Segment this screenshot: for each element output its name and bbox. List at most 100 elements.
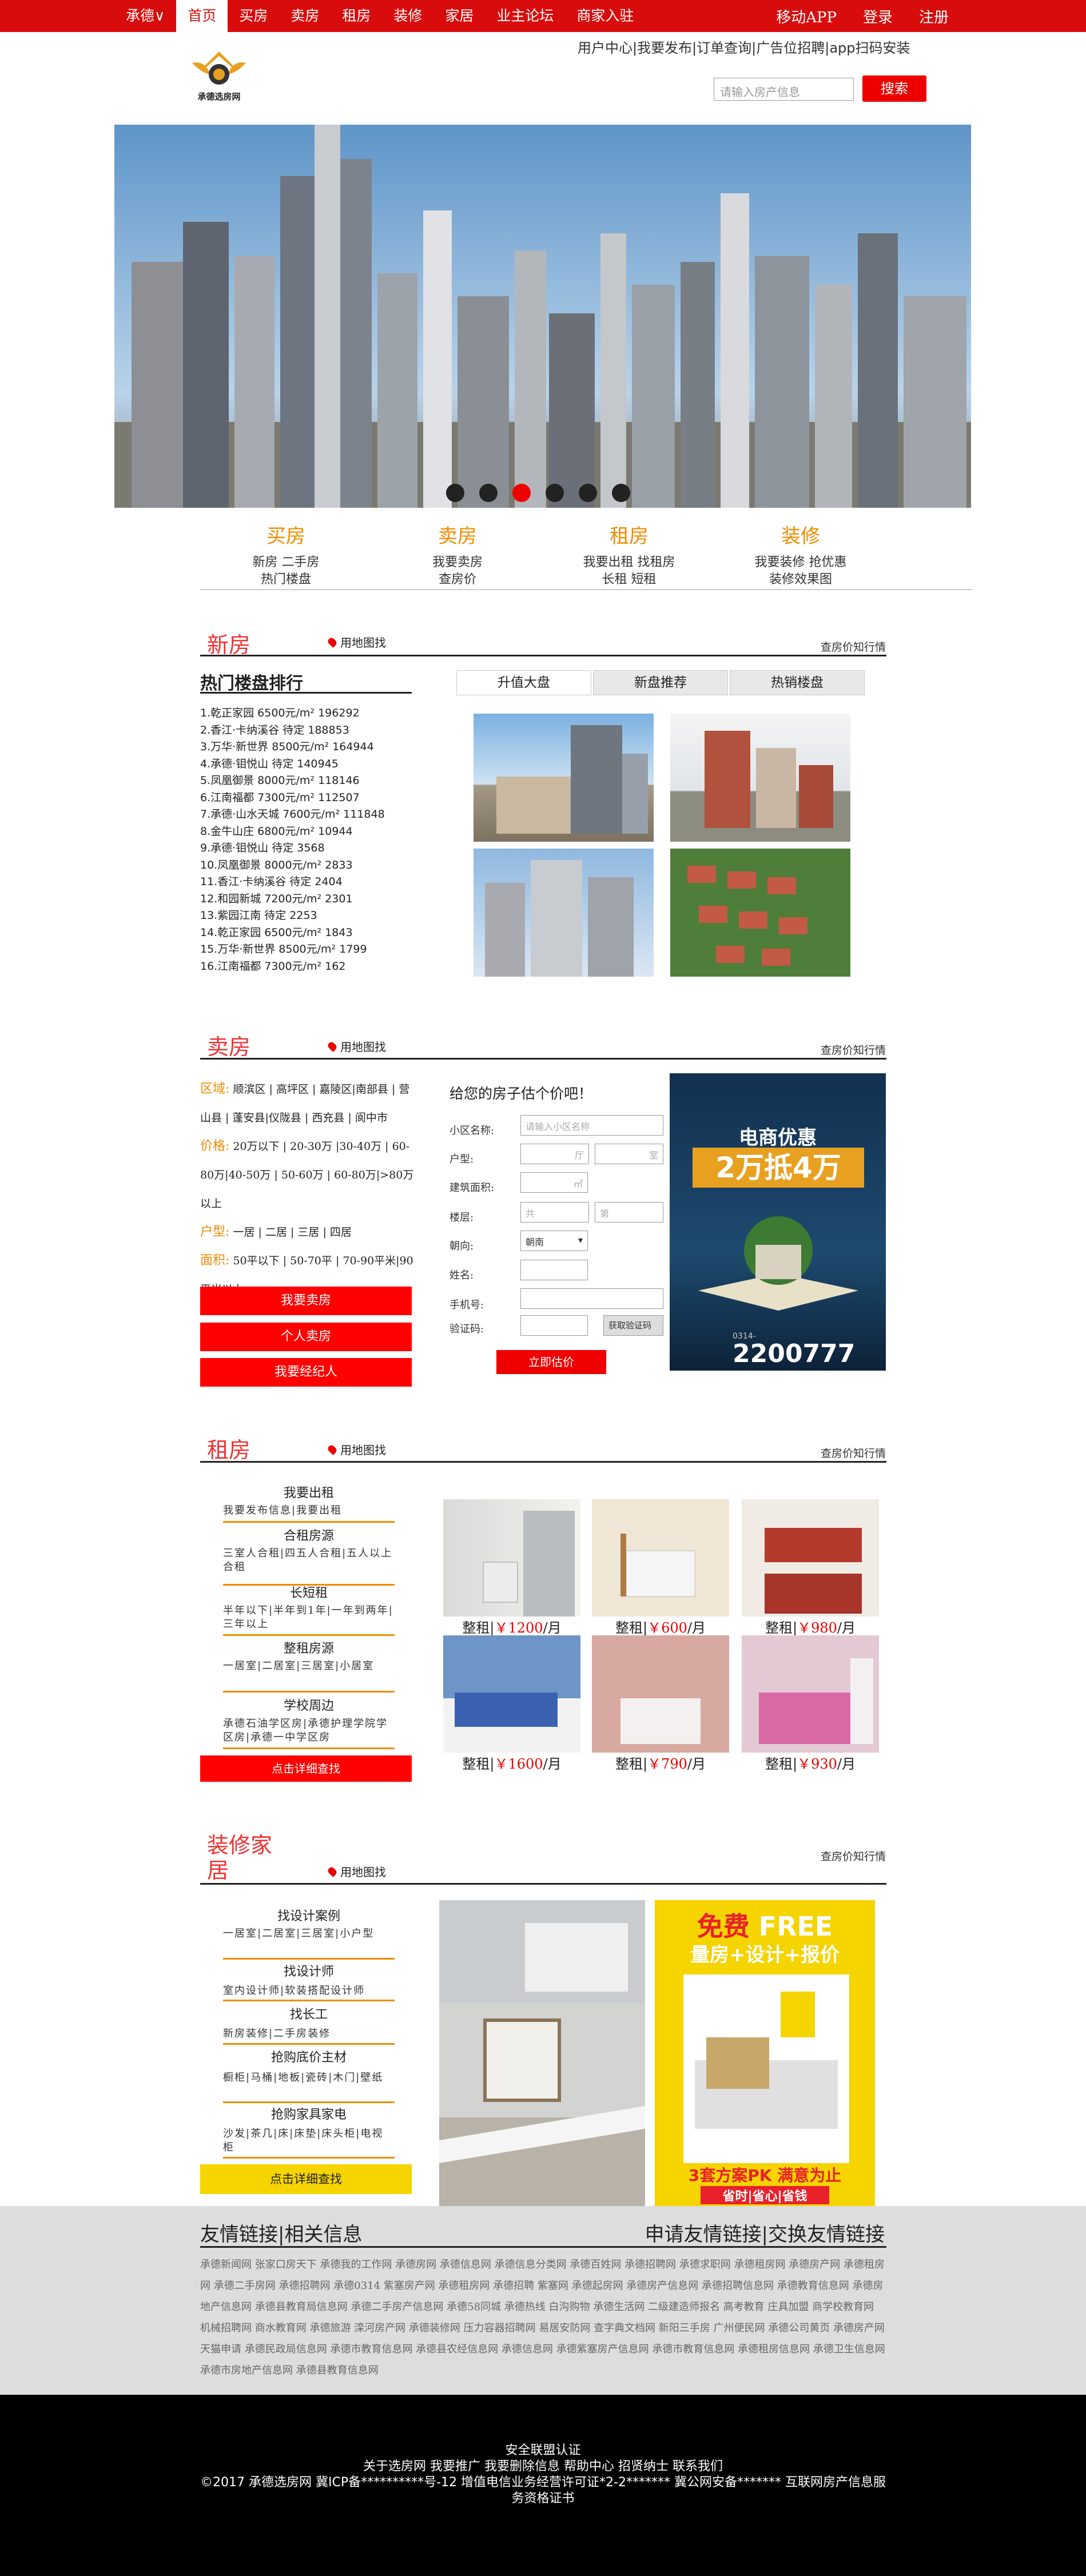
interior-photo[interactable] [439,1900,645,2206]
rental-caption[interactable]: 整租|￥980/月 [742,1617,879,1637]
estate-photo[interactable] [670,714,850,842]
quick-decoration[interactable]: 装修 我要装修 抢优惠 装修效果图 [738,520,864,588]
site-logo[interactable]: 承德选房网 [188,46,250,109]
quick-sub[interactable]: 热门楼盘 [223,571,349,588]
free-design-ad[interactable]: 免费 FREE 量房+设计+报价 3套方案PK 满意为止 省时|省心|省钱 [655,1900,875,2206]
filter-options[interactable]: 顺滨区 | 高坪区 | 嘉陵区|南部县 | 营山县 | 蓬安县|仪陇县 | 西充… [200,1083,409,1124]
bath-input[interactable]: 室 [595,1144,663,1164]
ranking-item[interactable]: 14.乾正家园 6500元/m² 1843 [200,925,385,942]
rent-category-links[interactable]: 我要发布信息|我要出租 [223,1504,395,1518]
rent-category-links[interactable]: 半年以下|半年到1年|一年到两年|三年以上 [223,1604,395,1631]
deco-search-button[interactable]: 点击详细查找 [200,2164,412,2194]
banner-dot[interactable] [612,484,630,502]
ranking-item[interactable]: 2.香江·卡纳溪谷 待定 188853 [200,722,385,739]
deco-category-links[interactable]: 一居室|二居室|三居室|小户型 [223,1927,395,1941]
floor-total-input[interactable]: 共 [520,1202,589,1223]
area-input[interactable]: ㎡ [520,1172,588,1193]
estate-photo[interactable] [670,849,850,977]
rental-caption[interactable]: 整租|￥600/月 [592,1617,729,1637]
community-input[interactable]: 请输入小区名称 [520,1115,663,1136]
deco-category-links[interactable]: 室内设计师|软装搭配设计师 [223,1984,395,1998]
ranking-item[interactable]: 3.万华·新世界 8500元/m² 164944 [200,739,385,756]
ranking-item[interactable]: 5.凤凰御景 8000元/m² 118146 [200,773,385,790]
rental-photo[interactable] [592,1499,729,1617]
quick-sub[interactable]: 长租 短租 [566,571,692,588]
rental-photo[interactable] [742,1635,879,1753]
banner-dot[interactable] [446,484,464,502]
price-trend-link[interactable]: 查房价知行情 [821,1445,886,1460]
map-search-link[interactable]: 用地图找 [329,1441,386,1458]
ranking-item[interactable]: 12.和园新城 7200元/m² 2301 [200,891,385,908]
price-trend-link[interactable]: 查房价知行情 [821,1848,886,1864]
apply-friend-link[interactable]: 申请友情链接|交换友情链接 [645,2219,885,2247]
nav-rent[interactable]: 租房 [331,0,382,32]
captcha-input[interactable] [520,1315,588,1336]
map-search-link[interactable]: 用地图找 [329,1863,386,1880]
login-link[interactable]: 登录 [863,6,893,27]
tab-hot-estates[interactable]: 热销楼盘 [730,670,865,695]
search-input[interactable]: 请输入房产信息 [714,78,854,101]
ranking-item[interactable]: 6.江南福都 7300元/m² 112507 [200,790,385,807]
rental-caption[interactable]: 整租|￥1600/月 [443,1753,580,1773]
banner-dot[interactable] [579,484,597,502]
quick-sub[interactable]: 我要卖房 [395,554,520,571]
filter-options[interactable]: 20万以下 | 20-30万 |30-40万 | 60-80万|40-50万 |… [200,1140,413,1210]
quick-sub[interactable]: 新房 二手房 [223,554,349,571]
ranking-item[interactable]: 8.金牛山庄 6800元/m² 10944 [200,823,385,841]
nav-merchant[interactable]: 商家入驻 [565,0,645,32]
get-captcha-button[interactable]: 获取验证码 [603,1315,663,1336]
tab-new-estates[interactable]: 新盘推荐 [593,670,728,695]
estate-photo[interactable] [474,714,654,842]
footer-cert[interactable]: 安全联盟认证 [0,2443,1086,2459]
tab-value-estates[interactable]: 升值大盘 [456,670,591,695]
deco-category-links[interactable]: 新房装修|二手房装修 [223,2027,395,2041]
rental-photo[interactable] [443,1499,580,1617]
price-trend-link[interactable]: 查房价知行情 [821,1042,886,1057]
quick-sub[interactable]: 我要出租 找租房 [566,554,692,571]
nav-forum[interactable]: 业主论坛 [485,0,565,32]
banner-dot[interactable] [479,484,498,502]
ranking-item[interactable]: 15.万华·新世界 8500元/m² 1799 [200,941,385,958]
phone-input[interactable] [520,1288,663,1309]
user-links[interactable]: 用户中心|我要发布|订单查询|广告位招聘|app扫码安装 [578,37,910,57]
ranking-item[interactable]: 13.紫园江南 待定 2253 [200,907,385,925]
hero-banner[interactable] [114,125,971,508]
city-selector[interactable]: 承德∨ [114,0,176,32]
room-input[interactable]: 厅 [520,1144,589,1164]
rental-photo[interactable] [742,1499,879,1617]
rental-caption[interactable]: 整租|￥930/月 [742,1753,879,1773]
nav-buy[interactable]: 买房 [228,0,279,32]
ranking-item[interactable]: 4.承德·钼悦山 待定 140945 [200,756,385,773]
ranking-item[interactable]: 16.江南福都 7300元/m² 162 [200,958,385,976]
ranking-item[interactable]: 10.凤凰御景 8000元/m² 2833 [200,857,385,874]
quick-rent[interactable]: 租房 我要出租 找租房 长租 短租 [566,520,692,588]
personal-sell-button[interactable]: 个人卖房 [200,1323,412,1351]
rent-search-button[interactable]: 点击详细查找 [200,1755,412,1782]
nav-decoration[interactable]: 装修 [382,0,433,32]
footer-links[interactable]: 关于选房网 我要推广 我要删除信息 帮助中心 招贤纳士 联系我们 [0,2459,1086,2475]
quick-sub[interactable]: 查房价 [395,571,520,588]
mobile-app-link[interactable]: 移动APP [776,6,837,27]
floor-no-input[interactable]: 第 [595,1202,663,1223]
rent-category-links[interactable]: 一居室|二居室|三居室|小居室 [223,1659,395,1673]
map-search-link[interactable]: 用地图找 [329,1038,386,1054]
name-input[interactable] [520,1260,588,1280]
estate-photo[interactable] [474,849,654,977]
nav-home[interactable]: 首页 [176,0,228,32]
ranking-item[interactable]: 11.香江·卡纳溪谷 待定 2404 [200,874,385,891]
ranking-item[interactable]: 7.承德·山水天城 7600元/m² 111848 [200,806,385,823]
quick-sub[interactable]: 装修效果图 [738,571,864,588]
register-link[interactable]: 注册 [919,6,949,27]
search-button[interactable]: 搜索 [862,75,926,102]
deco-category-links[interactable]: 沙发|茶几|床|床垫|床头柜|电视柜 [223,2127,395,2155]
promo-ad-banner[interactable]: 电商优惠 2万抵4万 2200777 0314- [670,1073,886,1371]
rental-photo[interactable] [443,1635,580,1753]
banner-dot-active[interactable] [512,484,531,502]
quick-buy[interactable]: 买房 新房 二手房 热门楼盘 [223,520,349,588]
rental-caption[interactable]: 整租|￥790/月 [592,1753,729,1773]
price-trend-link[interactable]: 查房价知行情 [821,639,886,654]
nav-home-furnishing[interactable]: 家居 [433,0,485,32]
rental-caption[interactable]: 整租|￥1200/月 [443,1617,580,1637]
banner-dot[interactable] [546,484,564,502]
orientation-select[interactable]: 朝南 ▾ [520,1231,588,1251]
